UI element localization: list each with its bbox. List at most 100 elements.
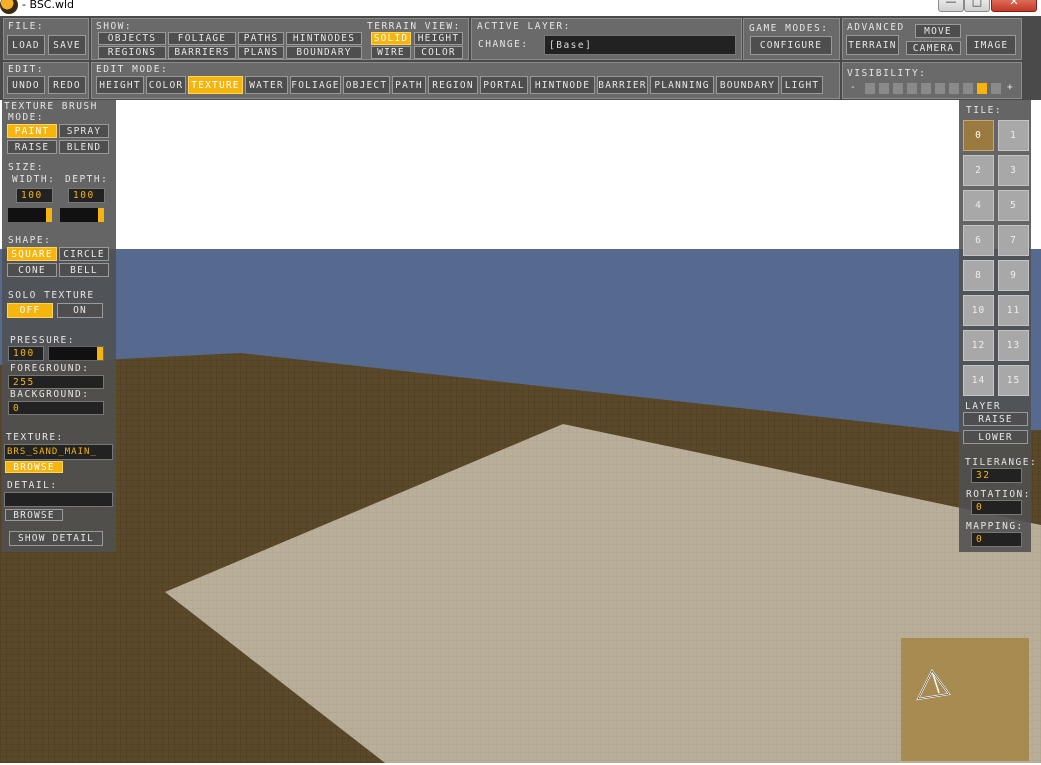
tile-2[interactable]: 2	[963, 155, 994, 186]
edit-mode-object-button[interactable]: Object	[343, 76, 390, 94]
visibility-plus-button[interactable]: +	[1007, 82, 1014, 93]
edit-mode-planning-button[interactable]: Planning	[650, 76, 714, 94]
save-button[interactable]: Save	[48, 35, 86, 55]
visibility-step[interactable]	[865, 83, 875, 94]
visibility-step[interactable]	[977, 83, 987, 94]
tile-12[interactable]: 12	[963, 330, 994, 361]
detail-field[interactable]	[4, 492, 113, 507]
edit-mode-foliage-button[interactable]: Foliage	[290, 76, 341, 94]
mode-paint-button[interactable]: Paint	[7, 124, 57, 138]
visibility-step[interactable]	[991, 83, 1001, 94]
texture-field[interactable]: BRS_SAND_MAIN_	[4, 444, 113, 460]
edit-mode-texture-button[interactable]: Texture	[188, 76, 243, 94]
visibility-step[interactable]	[921, 83, 931, 94]
show-regions-button[interactable]: Regions	[98, 46, 166, 59]
visibility-minus-button[interactable]: -	[850, 82, 857, 93]
advanced-image-button[interactable]: Image	[966, 35, 1016, 55]
tile-1[interactable]: 1	[998, 120, 1029, 151]
tile-4[interactable]: 4	[963, 190, 994, 221]
detail-browse-button[interactable]: Browse	[5, 509, 63, 521]
mode-raise-button[interactable]: Raise	[7, 140, 57, 154]
pressure-field[interactable]: 100	[8, 346, 44, 361]
tile-7[interactable]: 7	[998, 225, 1029, 256]
rotation-field[interactable]: 0	[971, 500, 1022, 515]
layer-raise-button[interactable]: Raise	[963, 412, 1028, 426]
edit-mode-region-button[interactable]: Region	[428, 76, 478, 94]
show-plans-button[interactable]: Plans	[238, 46, 284, 59]
width-field[interactable]: 100	[16, 188, 53, 203]
width-slider[interactable]	[7, 207, 53, 223]
show-hintnodes-button[interactable]: HintNodes	[286, 32, 362, 45]
texture-browse-button[interactable]: Browse	[5, 461, 63, 473]
advanced-camera-button[interactable]: Camera	[906, 41, 961, 55]
terrain-view-color-button[interactable]: Color	[414, 46, 463, 59]
edit-mode-boundary-button[interactable]: Boundary	[716, 76, 779, 94]
edit-mode-height-button[interactable]: Height	[96, 76, 144, 94]
show-boundary-button[interactable]: Boundary	[286, 46, 362, 59]
edit-label: Edit:	[8, 64, 45, 75]
visibility-step[interactable]	[949, 83, 959, 94]
solo-off-button[interactable]: Off	[7, 303, 53, 318]
show-paths-button[interactable]: Paths	[238, 32, 284, 45]
edit-mode-hintnode-button[interactable]: HintNode	[530, 76, 595, 94]
tile-10[interactable]: 10	[963, 295, 994, 326]
depth-field[interactable]: 100	[68, 188, 105, 203]
edit-mode-panel: Edit Mode: Height Color Texture Water Foliag…	[91, 62, 840, 99]
tile-14[interactable]: 14	[963, 365, 994, 396]
tile-8[interactable]: 8	[963, 260, 994, 291]
shape-circle-button[interactable]: Circle	[59, 247, 109, 261]
shape-bell-button[interactable]: Bell	[59, 263, 109, 277]
minimize-button[interactable]: —	[938, 0, 964, 12]
foreground-field[interactable]: 255	[8, 375, 104, 389]
visibility-step[interactable]	[935, 83, 945, 94]
tile-3[interactable]: 3	[998, 155, 1029, 186]
visibility-step[interactable]	[907, 83, 917, 94]
tilerange-field[interactable]: 32	[971, 468, 1022, 483]
mode-spray-button[interactable]: Spray	[59, 124, 109, 138]
terrain-viewport[interactable]	[0, 14, 1041, 763]
show-barriers-button[interactable]: Barriers	[168, 46, 236, 59]
terrain-view-wire-button[interactable]: Wire	[371, 46, 411, 59]
visibility-step[interactable]	[879, 83, 889, 94]
visibility-step[interactable]	[893, 83, 903, 94]
visibility-step[interactable]	[963, 83, 973, 94]
layer-lower-button[interactable]: Lower	[963, 430, 1028, 444]
terrain-view-solid-button[interactable]: Solid	[371, 32, 411, 45]
tile-9[interactable]: 9	[998, 260, 1029, 291]
show-foliage-button[interactable]: Foliage	[168, 32, 236, 45]
tile-0[interactable]: 0	[963, 120, 994, 151]
advanced-terrain-button[interactable]: Terrain	[846, 35, 899, 55]
edit-mode-barrier-button[interactable]: Barrier	[597, 76, 648, 94]
edit-mode-color-button[interactable]: Color	[146, 76, 186, 94]
edit-mode-water-button[interactable]: Water	[245, 76, 288, 94]
load-button[interactable]: Load	[7, 35, 45, 55]
terrain-view-height-button[interactable]: Height	[414, 32, 463, 45]
solo-on-button[interactable]: On	[57, 303, 103, 318]
shape-cone-button[interactable]: Cone	[7, 263, 57, 277]
edit-mode-path-button[interactable]: Path	[392, 76, 426, 94]
undo-button[interactable]: Undo	[7, 76, 45, 94]
configure-button[interactable]: Configure	[750, 36, 832, 55]
show-objects-button[interactable]: Objects	[98, 32, 166, 45]
tile-11[interactable]: 11	[998, 295, 1029, 326]
tile-5[interactable]: 5	[998, 190, 1029, 221]
edit-mode-portal-button[interactable]: Portal	[480, 76, 528, 94]
show-detail-button[interactable]: Show Detail	[9, 531, 103, 546]
edit-mode-light-button[interactable]: Light	[781, 76, 823, 94]
depth-slider[interactable]	[59, 207, 105, 223]
close-button[interactable]: ✕	[991, 0, 1037, 12]
tile-6[interactable]: 6	[963, 225, 994, 256]
tile-15[interactable]: 15	[998, 365, 1029, 396]
advanced-move-button[interactable]: Move	[915, 24, 961, 38]
maximize-button[interactable]: □	[964, 0, 990, 12]
redo-button[interactable]: Redo	[48, 76, 86, 94]
active-layer-field[interactable]: [Base]	[544, 35, 736, 55]
orientation-minimap[interactable]	[901, 638, 1029, 761]
mapping-field[interactable]: 0	[971, 532, 1022, 547]
shape-square-button[interactable]: Square	[7, 247, 57, 261]
tile-13[interactable]: 13	[998, 330, 1029, 361]
pressure-slider[interactable]	[48, 346, 104, 361]
background-field[interactable]: 0	[8, 401, 104, 415]
mode-blend-button[interactable]: Blend	[59, 140, 109, 154]
active-layer-label: Active Layer:	[477, 21, 571, 32]
